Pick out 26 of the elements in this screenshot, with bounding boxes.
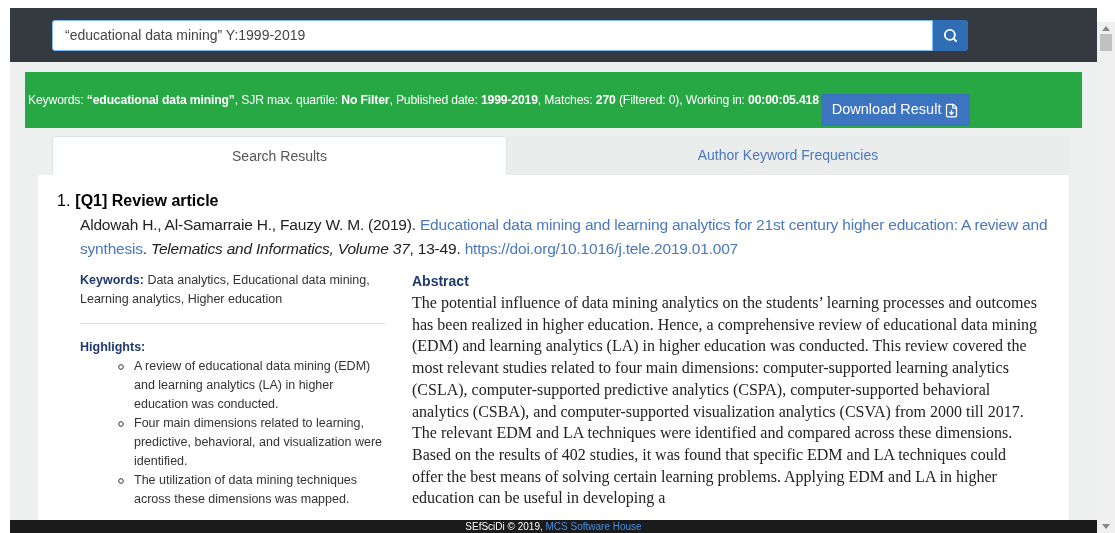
bullet-icon: [118, 364, 124, 370]
bullet-icon: [118, 478, 124, 484]
scroll-thumb[interactable]: [1100, 34, 1112, 51]
search-icon: [943, 27, 958, 43]
file-download-icon: [944, 102, 960, 118]
result-number: 1.: [57, 191, 71, 211]
search-button[interactable]: [933, 19, 968, 51]
search-summary: Keywords: “educational data mining”, SJR max. quartile: No Filter, Published date: 1999-2019, Matches: 270 (Filtered: 0), Working in: 00:00:05.418: [28, 91, 819, 109]
citation: Aldowah H., Al-Samarraie H., Fauzy W. M. (2019). Educational data mining and learning analytics for 21st century higher education: A review and synthesis. Telematics and Informatics, Volume 37, 13-49. https://doi.org/10.1016/j.tele.2019.01.007: [79, 215, 1049, 259]
highlight-text: The utilization of data mining techniques across these dimensions was mapped.: [134, 472, 359, 508]
scrollbar[interactable]: [1097, 22, 1115, 533]
footer-text: SEfSciDi © 2019,: [465, 521, 544, 532]
abstract-text: The potential influence of data mining analytics on the students’ learning processes and outcomes has been realized in higher education. Hence, a comprehensive review of educational data mining (EDM) and learning analytics (LA) in higher education was conducted. This review covered the most relevant studies related to four main dimensions: computer-supported learning analytics (CSLA), computer-supported predictive analytics (CSPA), computer-supported behavioral analytics (CSBA), and computer-supported visualization analytics (CSVA) from 2000 till 2017. The relevant EDM and LA techniques were identified and compared across these dimensions. Based on the results of 402 studies, it was found that specific EDM and LA techniques could offer the best means of solving certain learning problems. Applying EDM and LA in higher education can be useful in developing a: [412, 293, 1039, 509]
footer-link[interactable]: MCS Software House: [545, 521, 642, 532]
keywords-text: Keywords: Data analytics, Educational data mining, Learning analytics, Higher education: [80, 272, 371, 308]
download-button[interactable]: Download Result: [820, 94, 971, 126]
highlight-text: A review of educational data mining (EDM) and learning analytics (LA) in higher education was conducted.: [134, 358, 372, 413]
highlight-text: Four main dimensions related to learning, predictive, behavioral, and visualization were identified.: [134, 415, 384, 470]
bullet-icon: [118, 421, 124, 427]
highlights-label: Highlights:: [80, 339, 147, 356]
scroll-up-icon: [1102, 26, 1110, 31]
result-title: [Q1] Review article: [75, 191, 219, 211]
search-field[interactable]: “educational data mining” Y:1999-2019: [52, 19, 933, 51]
scroll-down-icon: [1102, 524, 1110, 529]
tab[interactable]: Search Results: [52, 136, 507, 175]
abstract-label: Abstract: [412, 272, 470, 291]
